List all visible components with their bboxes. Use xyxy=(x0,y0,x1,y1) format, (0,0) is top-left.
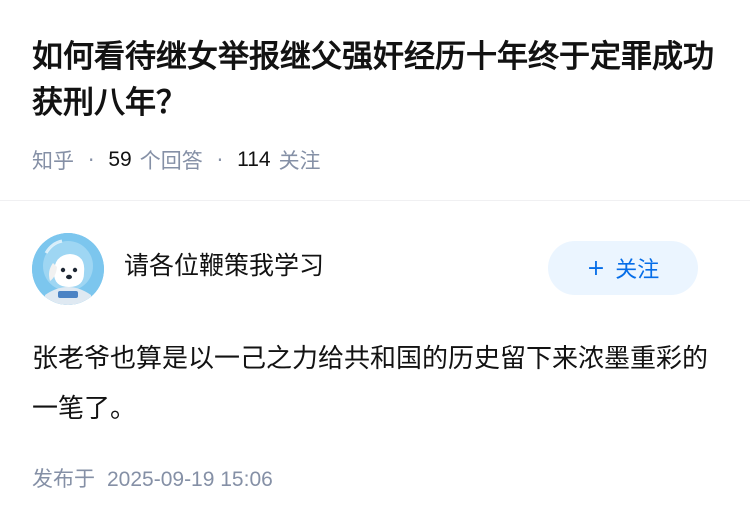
meta-separator: · xyxy=(88,148,95,172)
avatar[interactable] xyxy=(32,233,104,305)
publish-time-value: 2025-09-19 15:06 xyxy=(107,468,273,491)
answer-author: 请各位鞭策我学习 + 关注 xyxy=(32,233,718,307)
follow-count-label: 关注 xyxy=(278,149,321,173)
avatar-astronaut-dog-icon xyxy=(32,233,104,305)
publish-label: 发布于 xyxy=(32,467,95,491)
author-name[interactable]: 请各位鞭策我学习 xyxy=(124,249,324,283)
answer-count-label: 个回答 xyxy=(139,149,203,173)
answer-count: 59 xyxy=(108,148,132,171)
plus-icon: + xyxy=(586,255,606,281)
answer-content[interactable]: 张老爷也算是以一己之力给共和国的历史留下来浓墨重彩的一笔了。 xyxy=(32,334,722,434)
publish-time: 发布于 2025-09-19 15:06 xyxy=(32,462,273,497)
question-header: 如何看待继女举报继父强奸经历十年终于定罪成功获刑八年？ 知乎 · 59 个回答 … xyxy=(0,0,750,201)
follow-button[interactable]: + 关注 xyxy=(548,241,698,295)
follow-count: 114 xyxy=(237,148,271,171)
meta-separator: · xyxy=(216,148,224,172)
source-label[interactable]: 知乎 xyxy=(32,145,74,175)
question-meta: 知乎 · 59 个回答 · 114 关注 xyxy=(32,143,321,177)
question-title[interactable]: 如何看待继女举报继父强奸经历十年终于定罪成功获刑八年？ xyxy=(32,34,722,126)
zhihu-question-page: 如何看待继女举报继父强奸经历十年终于定罪成功获刑八年？ 知乎 · 59 个回答 … xyxy=(0,0,750,532)
follow-button-label: 关注 xyxy=(615,258,660,283)
